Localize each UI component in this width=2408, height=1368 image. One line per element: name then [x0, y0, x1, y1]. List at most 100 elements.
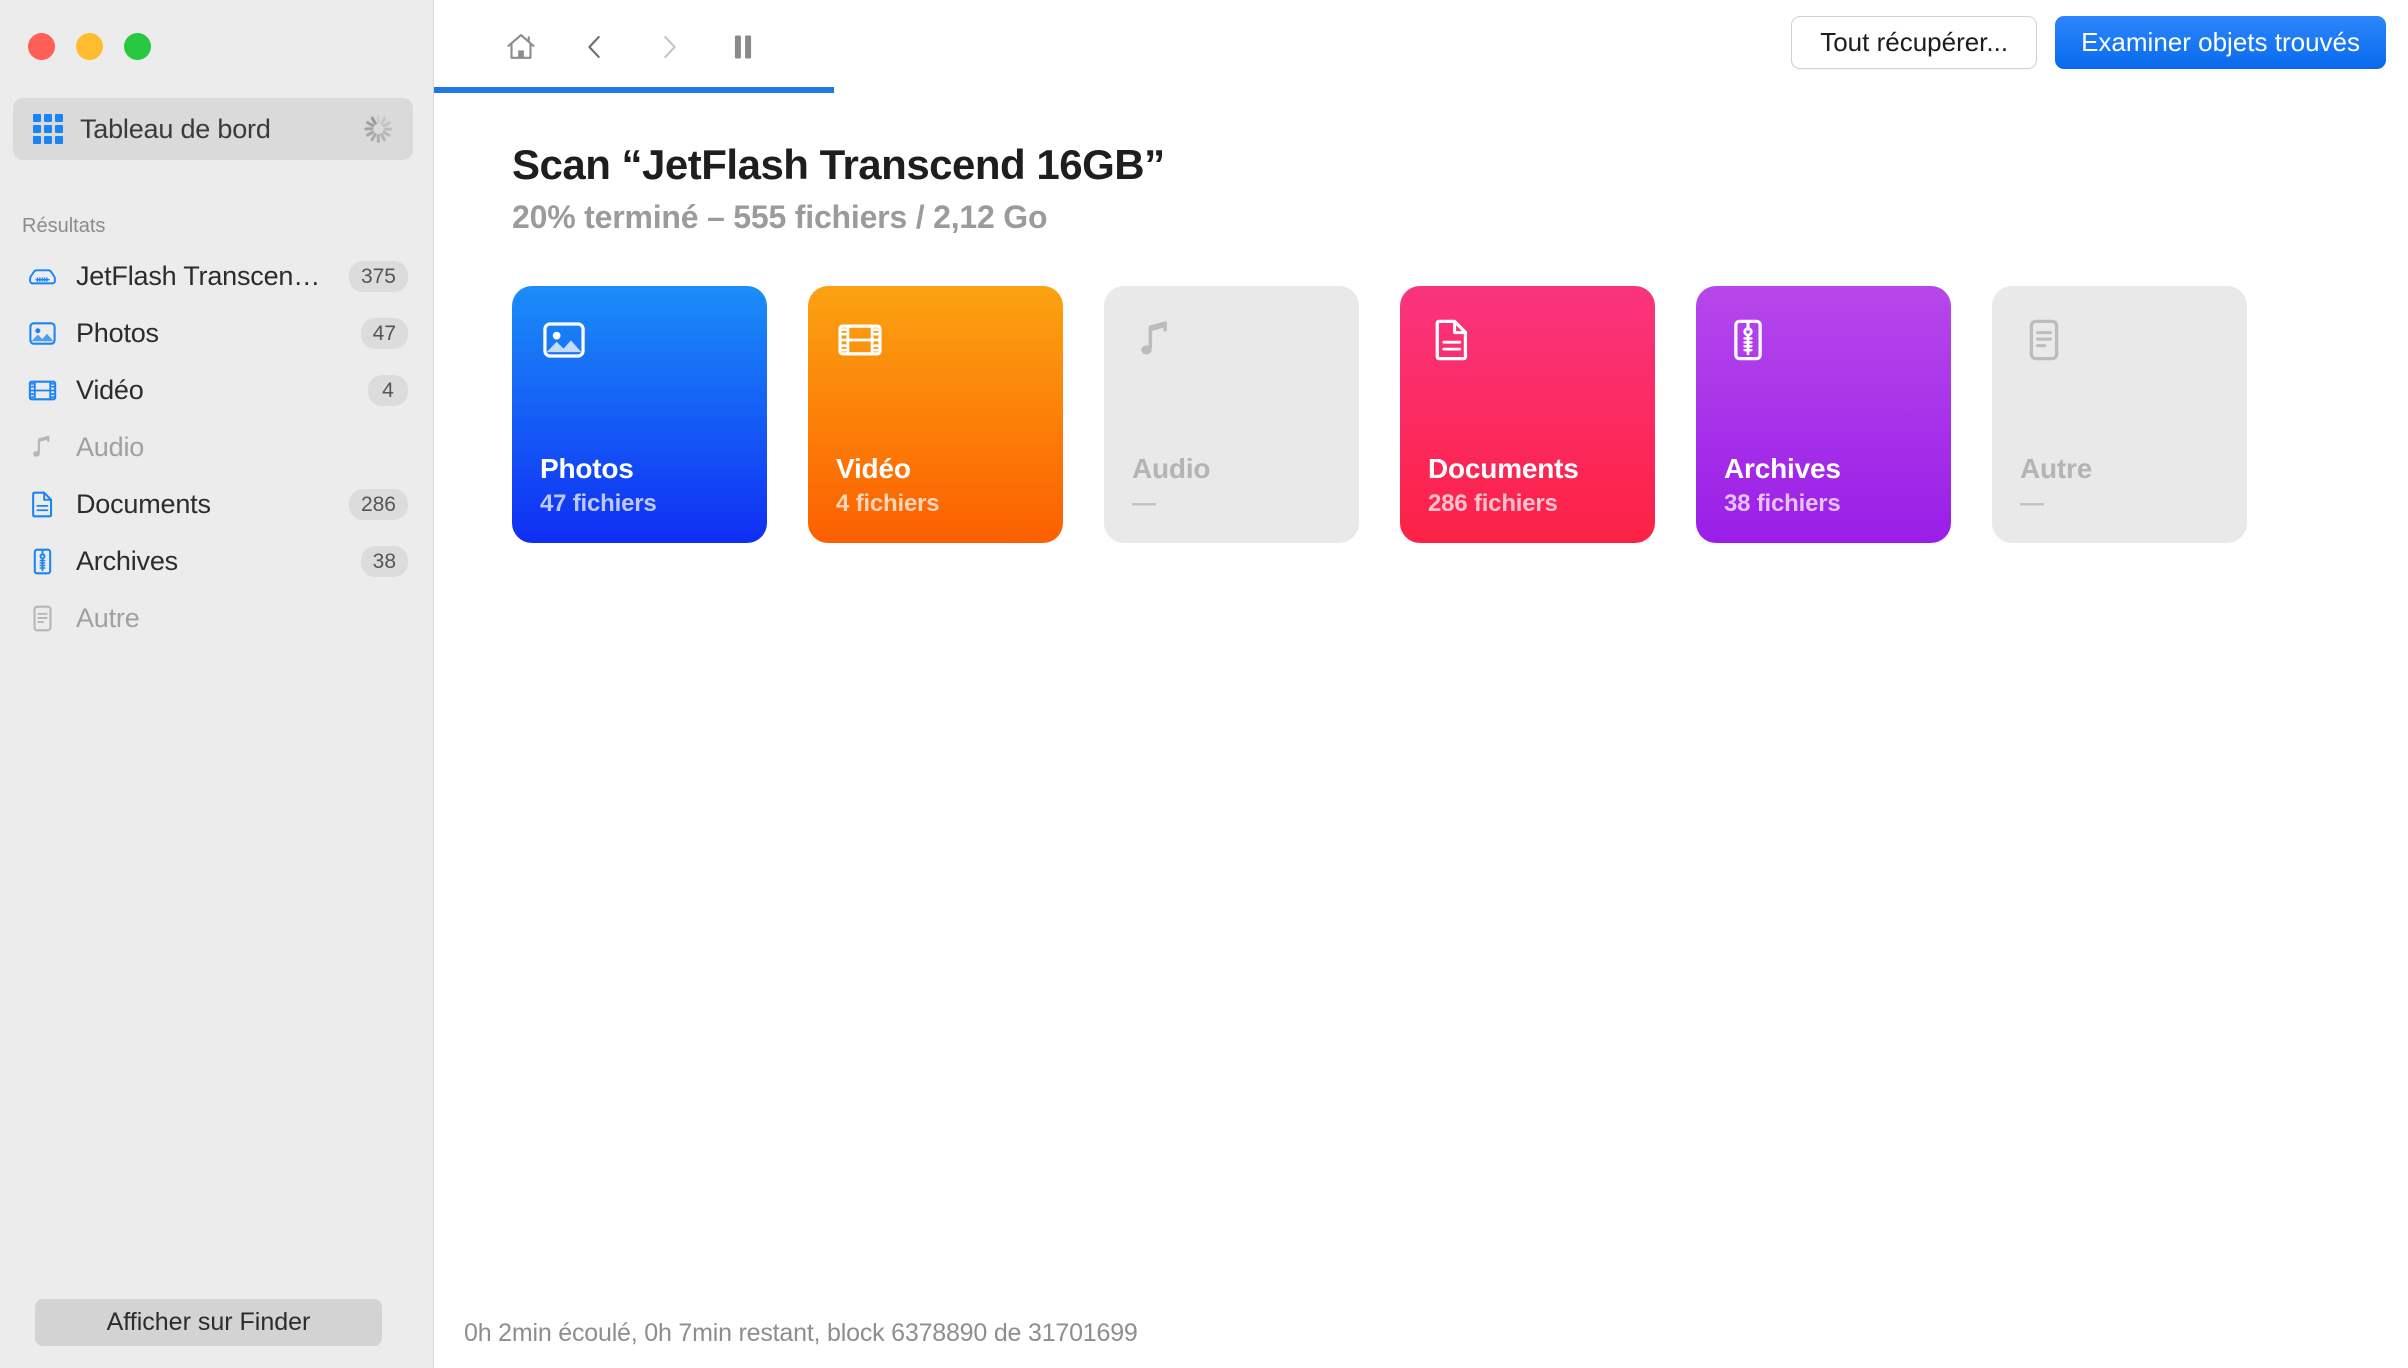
examine-found-items-button[interactable]: Examiner objets trouvés — [2055, 16, 2386, 69]
sidebar-item-jetflash-transcen[interactable]: JetFlash Transcen… 375 — [0, 248, 434, 305]
film-icon — [838, 324, 882, 356]
zip-icon — [1722, 314, 1774, 366]
recover-all-button[interactable]: Tout récupérer... — [1791, 16, 2038, 69]
category-card-vid-o[interactable]: Vidéo 4 fichiers — [808, 286, 1063, 543]
drive-icon — [29, 269, 56, 285]
photo-icon — [538, 314, 590, 366]
chevron-left-icon — [588, 35, 600, 58]
sidebar-item-label: Photos — [76, 318, 159, 348]
category-card-documents[interactable]: Documents 286 fichiers — [1400, 286, 1655, 543]
home-icon — [507, 33, 535, 59]
zip-icon — [26, 545, 59, 578]
card-count: 286 fichiers — [1428, 490, 1558, 517]
close-button-icon[interactable] — [28, 33, 55, 60]
film-icon — [26, 374, 59, 407]
pause-button[interactable] — [706, 17, 780, 77]
navigation-buttons — [434, 17, 780, 77]
photo-icon — [543, 322, 585, 358]
sidebar: Tableau de bord Résultats JetFlash Trans… — [0, 0, 434, 1368]
card-count: — — [2020, 490, 2044, 517]
card-texts: Documents 286 fichiers — [1428, 453, 1579, 518]
main-content: Tout récupérer... Examiner objets trouvé… — [434, 0, 2408, 1368]
film-icon — [28, 380, 57, 401]
sidebar-item-vid-o[interactable]: Vidéo 4 — [0, 362, 434, 419]
card-title: Photos — [540, 453, 634, 484]
card-count: — — [1132, 490, 1156, 517]
category-cards: Photos 47 fichiers Vidéo 4 fichiers Audio —… — [434, 236, 2408, 543]
sidebar-item-photos[interactable]: Photos 47 — [0, 305, 434, 362]
card-title: Autre — [2020, 453, 2093, 484]
photo-icon — [26, 317, 59, 350]
pause-icon — [734, 34, 752, 59]
sidebar-item-label: JetFlash Transcen… — [76, 261, 321, 291]
sidebar-item-label: Autre — [76, 603, 140, 633]
scan-progress-subtitle: 20% terminé – 555 fichiers / 2,12 Go — [512, 199, 1048, 235]
document-icon — [32, 491, 53, 518]
sidebar-item-label: Documents — [76, 489, 211, 519]
app-window: Tableau de bord Résultats JetFlash Trans… — [0, 0, 2408, 1368]
other-file-icon — [2018, 314, 2070, 366]
status-badge: 38 — [360, 546, 408, 577]
card-texts: Vidéo 4 fichiers — [836, 453, 940, 518]
scan-header: Scan “JetFlash Transcend 16GB” 20% termi… — [434, 93, 2408, 236]
document-icon — [1435, 319, 1468, 361]
category-card-archives[interactable]: Archives 38 fichiers — [1696, 286, 1951, 543]
show-in-finder-button[interactable]: Afficher sur Finder — [35, 1299, 382, 1346]
toolbar: Tout récupérer... Examiner objets trouvé… — [434, 0, 2408, 93]
status-badge: 286 — [348, 489, 408, 520]
card-texts: Archives 38 fichiers — [1724, 453, 1841, 518]
page-title: Scan “JetFlash Transcend 16GB” — [512, 141, 1165, 188]
chevron-right-icon — [664, 35, 676, 58]
sidebar-item-dashboard[interactable]: Tableau de bord — [13, 98, 413, 160]
sidebar-item-label: Archives — [76, 546, 178, 576]
grid-icon — [33, 114, 63, 144]
music-note-icon — [26, 431, 59, 464]
category-card-autre: Autre — — [1992, 286, 2247, 543]
minimize-button-icon[interactable] — [76, 33, 103, 60]
document-icon — [26, 488, 59, 521]
category-card-audio: Audio — — [1104, 286, 1359, 543]
toolbar-actions: Tout récupérer... Examiner objets trouvé… — [1791, 16, 2386, 69]
status-bar: 0h 2min écoulé, 0h 7min restant, block 6… — [464, 1319, 1138, 1347]
card-title: Vidéo — [836, 453, 911, 484]
card-title: Documents — [1428, 453, 1579, 484]
card-texts: Photos 47 fichiers — [540, 453, 657, 518]
sidebar-item-documents[interactable]: Documents 286 — [0, 476, 434, 533]
music-note-icon — [1130, 314, 1182, 366]
document-icon — [1426, 314, 1478, 366]
card-count: 38 fichiers — [1724, 490, 1841, 517]
home-button[interactable] — [484, 17, 558, 77]
sidebar-item-label: Vidéo — [76, 375, 144, 405]
sidebar-item-audio[interactable]: Audio — [0, 419, 434, 476]
other-file-icon — [33, 605, 52, 632]
forward-button[interactable] — [632, 17, 706, 77]
sidebar-item-archives[interactable]: Archives 38 — [0, 533, 434, 590]
card-texts: Autre — — [2020, 453, 2092, 518]
music-note-icon — [1141, 321, 1167, 355]
music-note-icon — [33, 435, 50, 457]
zip-icon — [33, 548, 52, 575]
category-card-photos[interactable]: Photos 47 fichiers — [512, 286, 767, 543]
card-title: Audio — [1132, 453, 1211, 484]
drive-icon — [26, 260, 59, 293]
active-tab-indicator — [434, 87, 834, 93]
back-button[interactable] — [558, 17, 632, 77]
spinner-icon — [363, 114, 393, 144]
status-badge: 47 — [360, 318, 408, 349]
sidebar-results-list: JetFlash Transcen… 375 Photos 47 Vidéo 4 Au… — [0, 248, 434, 647]
other-file-icon — [2029, 319, 2059, 361]
card-title: Archives — [1724, 453, 1841, 484]
maximize-button-icon[interactable] — [124, 33, 151, 60]
card-count: 47 fichiers — [540, 490, 657, 517]
sidebar-item-label: Audio — [76, 432, 145, 462]
zip-icon — [1734, 319, 1762, 361]
window-controls — [28, 33, 151, 60]
sidebar-item-autre[interactable]: Autre — [0, 590, 434, 647]
status-badge: 4 — [368, 375, 408, 406]
card-count: 4 fichiers — [836, 490, 940, 517]
status-badge: 375 — [348, 261, 408, 292]
sidebar-item-label: Tableau de bord — [80, 113, 271, 144]
photo-icon — [29, 322, 56, 345]
other-file-icon — [26, 602, 59, 635]
sidebar-section-title: Résultats — [22, 215, 106, 237]
